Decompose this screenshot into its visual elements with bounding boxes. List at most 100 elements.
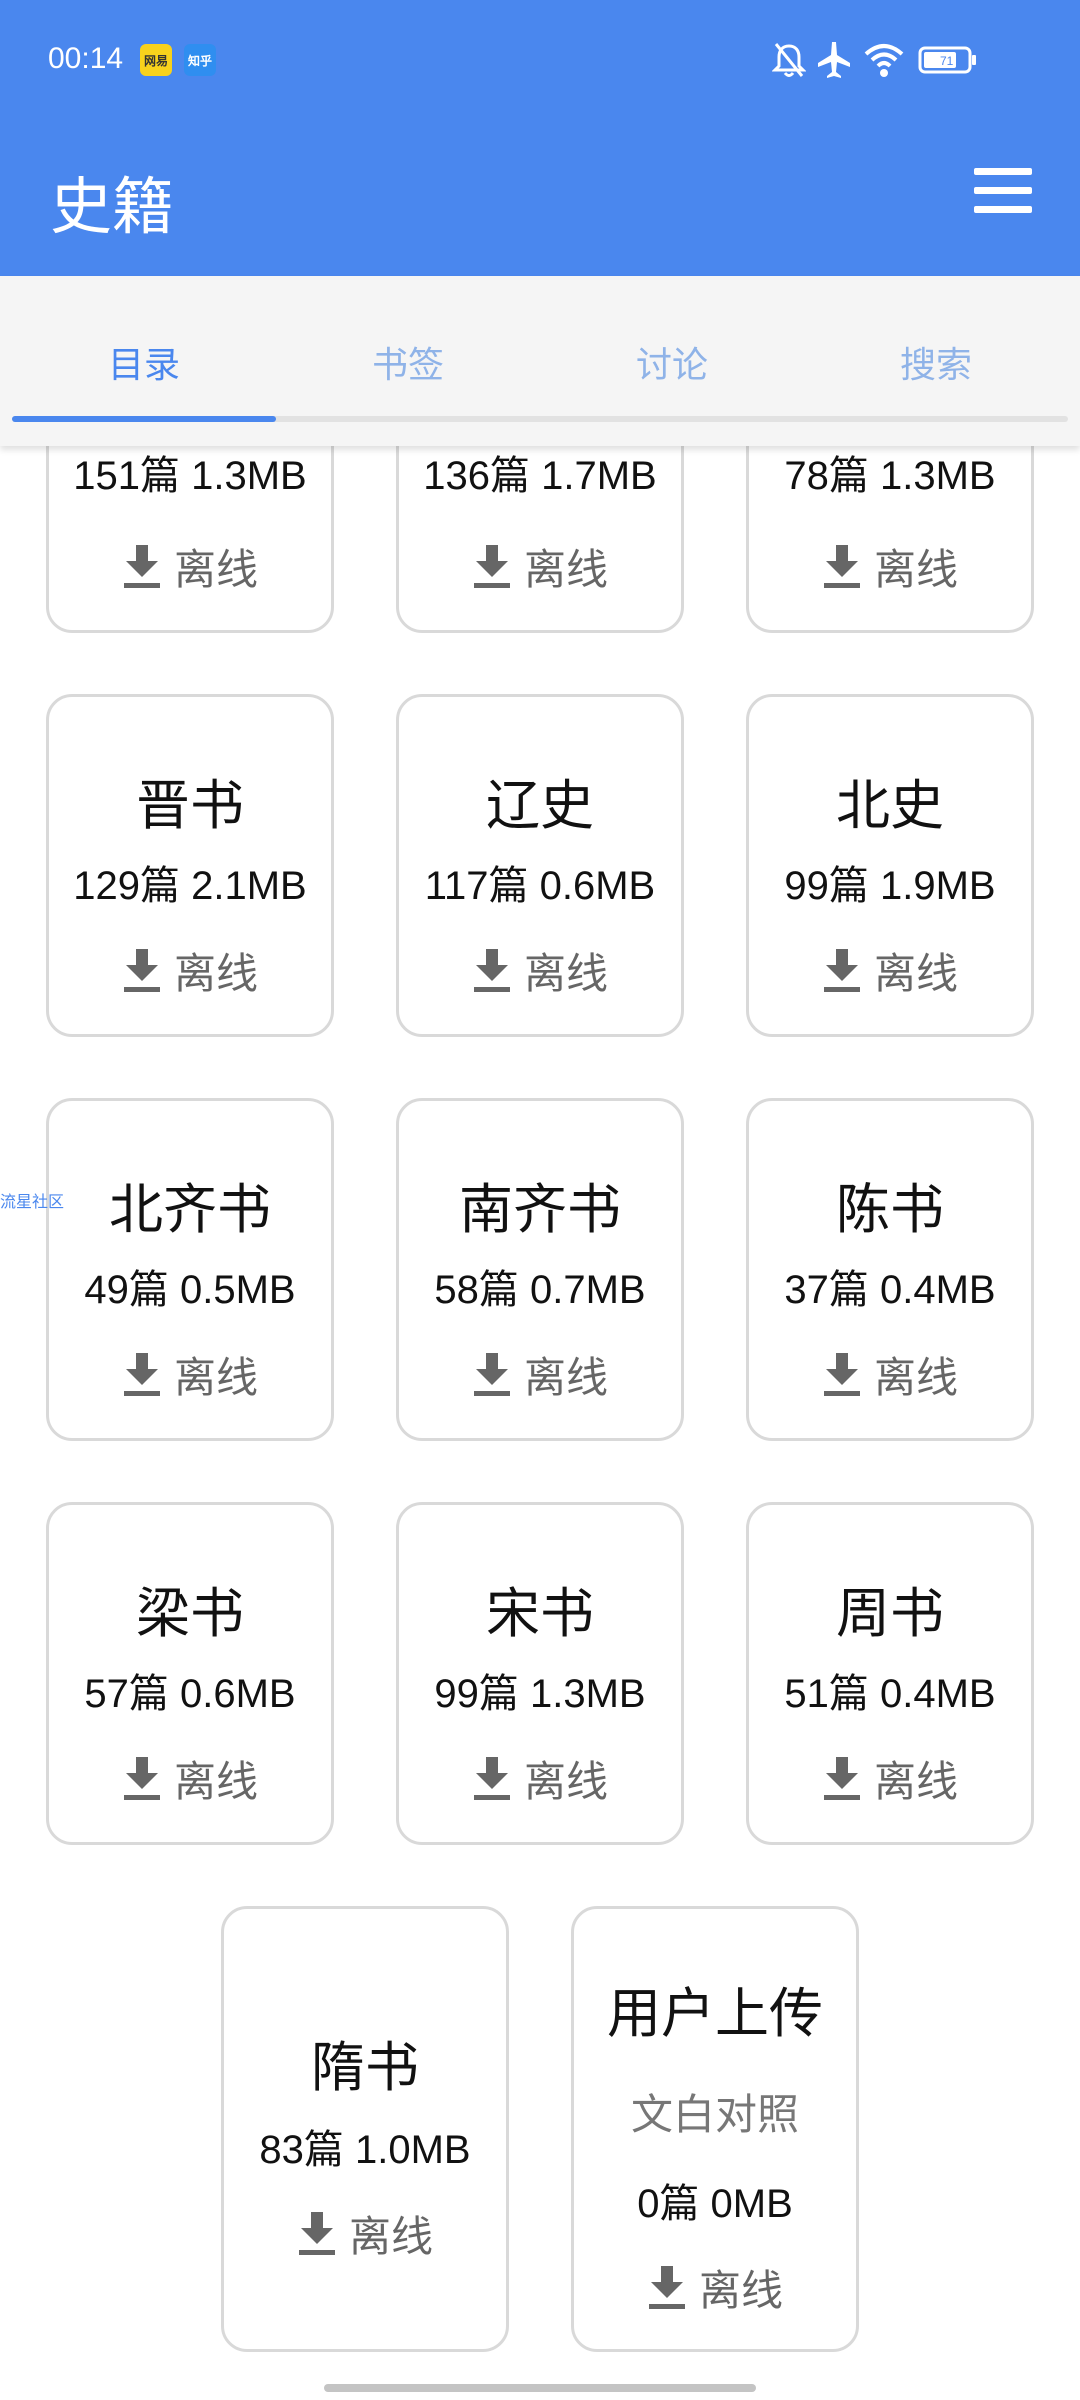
download-button[interactable]: 离线 xyxy=(749,942,1031,998)
book-name: 周书 xyxy=(836,1582,944,1645)
book-name: 陈书 xyxy=(836,1178,944,1241)
download-icon xyxy=(123,1353,160,1396)
download-button[interactable]: 离线 xyxy=(224,2205,506,2261)
download-icon xyxy=(473,949,510,992)
status-icons: 71 xyxy=(720,40,1080,80)
book-meta: 0篇 0MB xyxy=(637,2182,793,2226)
side-floating-label[interactable]: 流星社区 xyxy=(0,1188,64,1212)
book-name: 南齐书 xyxy=(459,1178,621,1241)
download-label: 离线 xyxy=(873,1352,958,1402)
home-indicator[interactable] xyxy=(324,2384,756,2392)
book-card-nanqishu[interactable]: 南齐书 58篇 0.7MB 离线 xyxy=(396,1098,684,1441)
download-button[interactable]: 离线 xyxy=(399,538,681,594)
book-meta: 83篇 1.0MB xyxy=(259,2128,471,2172)
book-subtitle: 文白对照 xyxy=(630,2090,799,2139)
download-label: 离线 xyxy=(173,544,258,594)
download-button[interactable]: 离线 xyxy=(574,2259,856,2315)
book-meta: 57篇 0.6MB xyxy=(84,1672,296,1716)
download-button[interactable]: 离线 xyxy=(49,1346,331,1402)
book-name: 隋书 xyxy=(311,2036,419,2099)
download-button[interactable]: 离线 xyxy=(749,538,1031,594)
download-label: 离线 xyxy=(523,544,608,594)
book-meta: 37篇 0.4MB xyxy=(784,1268,996,1312)
download-label: 离线 xyxy=(173,948,258,998)
download-label: 离线 xyxy=(173,1756,258,1806)
book-card-liangshu[interactable]: 梁书 57篇 0.6MB 离线 xyxy=(46,1502,334,1845)
book-card-user-upload[interactable]: 用户上传 文白对照 0篇 0MB 离线 xyxy=(571,1906,859,2352)
book-name: 用户上传 xyxy=(607,1982,823,2045)
book-meta: 129篇 2.1MB xyxy=(73,864,307,908)
status-bar: 00:14 网易 知乎 71 xyxy=(0,0,1080,120)
book-meta: 99篇 1.9MB xyxy=(784,864,996,908)
book-meta: 117篇 0.6MB xyxy=(424,864,656,908)
book-card-jinshu[interactable]: 晋书 129篇 2.1MB 离线 xyxy=(46,694,334,1037)
book-name: 梁书 xyxy=(136,1582,244,1645)
download-icon xyxy=(473,1757,510,1800)
tab-catalog[interactable]: 目录 xyxy=(12,336,276,388)
download-button[interactable]: 离线 xyxy=(399,1750,681,1806)
download-label: 离线 xyxy=(523,1352,608,1402)
status-time: 00:14 xyxy=(48,42,124,75)
book-meta: 51篇 0.4MB xyxy=(784,1672,996,1716)
tab-indicator xyxy=(12,416,276,422)
download-label: 离线 xyxy=(873,544,958,594)
book-grid-scroll[interactable]: 151篇 1.3MB 离线 136篇 1.7MB 离线 78篇 1.3MB 离线… xyxy=(0,446,1080,2400)
netease-app-icon: 网易 xyxy=(140,44,172,76)
download-button[interactable]: 离线 xyxy=(49,942,331,998)
download-icon xyxy=(123,949,160,992)
book-meta: 78篇 1.3MB xyxy=(784,454,996,498)
download-icon xyxy=(823,949,860,992)
download-label: 离线 xyxy=(873,1756,958,1806)
download-icon xyxy=(298,2212,335,2255)
download-button[interactable]: 离线 xyxy=(399,1346,681,1402)
download-icon xyxy=(123,1757,160,1800)
book-meta: 151篇 1.3MB xyxy=(73,454,307,498)
hamburger-icon[interactable] xyxy=(974,168,1032,214)
download-icon xyxy=(473,545,510,588)
battery-level: 71 xyxy=(940,54,954,68)
page-title: 史籍 xyxy=(50,170,175,243)
book-card[interactable]: 78篇 1.3MB 离线 xyxy=(746,446,1034,633)
download-label: 离线 xyxy=(523,948,608,998)
book-card[interactable]: 151篇 1.3MB 离线 xyxy=(46,446,334,633)
book-card-suishu[interactable]: 隋书 83篇 1.0MB 离线 xyxy=(221,1906,509,2352)
book-meta: 49篇 0.5MB xyxy=(84,1268,296,1312)
airplane-mode-icon xyxy=(818,42,850,78)
book-card-liaoshi[interactable]: 辽史 117篇 0.6MB 离线 xyxy=(396,694,684,1037)
download-button[interactable]: 离线 xyxy=(749,1750,1031,1806)
wifi-icon xyxy=(864,44,904,77)
book-meta: 136篇 1.7MB xyxy=(423,454,657,498)
mute-icon xyxy=(772,43,806,77)
book-meta: 58篇 0.7MB xyxy=(434,1268,646,1312)
download-icon xyxy=(648,2266,685,2309)
tab-discussion[interactable]: 讨论 xyxy=(540,336,804,388)
download-button[interactable]: 离线 xyxy=(749,1346,1031,1402)
app-bar: 00:14 网易 知乎 71 史籍 xyxy=(0,0,1080,276)
zhihu-app-icon: 知乎 xyxy=(184,44,216,76)
book-card-beiqishu[interactable]: 北齐书 49篇 0.5MB 离线 xyxy=(46,1098,334,1441)
book-card-zhoushu[interactable]: 周书 51篇 0.4MB 离线 xyxy=(746,1502,1034,1845)
download-button[interactable]: 离线 xyxy=(49,1750,331,1806)
book-card-beishi[interactable]: 北史 99篇 1.9MB 离线 xyxy=(746,694,1034,1037)
download-label: 离线 xyxy=(873,948,958,998)
download-button[interactable]: 离线 xyxy=(49,538,331,594)
book-name: 宋书 xyxy=(486,1582,594,1645)
tab-bookmarks[interactable]: 书签 xyxy=(276,336,540,388)
book-meta: 99篇 1.3MB xyxy=(434,1672,646,1716)
download-icon xyxy=(823,1353,860,1396)
download-icon xyxy=(823,1757,860,1800)
book-name: 辽史 xyxy=(486,774,594,837)
book-card[interactable]: 136篇 1.7MB 离线 xyxy=(396,446,684,633)
download-label: 离线 xyxy=(348,2211,433,2261)
book-name: 晋书 xyxy=(136,774,244,837)
download-button[interactable]: 离线 xyxy=(399,942,681,998)
download-label: 离线 xyxy=(173,1352,258,1402)
book-name: 北史 xyxy=(836,774,944,837)
download-icon xyxy=(823,545,860,588)
battery-icon: 71 xyxy=(918,46,976,74)
book-card-chenshu[interactable]: 陈书 37篇 0.4MB 离线 xyxy=(746,1098,1034,1441)
book-card-songshu[interactable]: 宋书 99篇 1.3MB 离线 xyxy=(396,1502,684,1845)
tab-bar: 目录 书签 讨论 搜索 xyxy=(0,276,1080,446)
tab-search[interactable]: 搜索 xyxy=(804,336,1068,388)
download-label: 离线 xyxy=(523,1756,608,1806)
